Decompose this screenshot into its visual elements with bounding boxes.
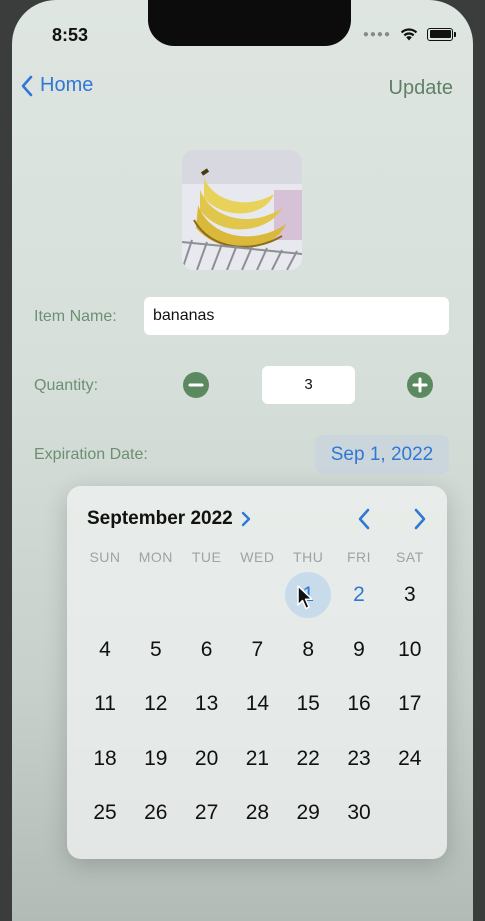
decrement-button[interactable] <box>183 372 209 398</box>
quantity-label: Quantity: <box>34 377 99 394</box>
calendar-day-21[interactable]: 21 <box>234 736 280 782</box>
weekday-wed: WED <box>240 549 275 565</box>
calendar-day-8[interactable]: 8 <box>285 627 331 673</box>
plus-icon <box>412 377 428 393</box>
calendar-day-2[interactable]: 2 <box>336 572 382 618</box>
calendar-day-17[interactable]: 17 <box>387 681 433 727</box>
weekday-thu: THU <box>293 549 324 565</box>
minus-icon <box>188 383 204 387</box>
calendar-day-23[interactable]: 23 <box>336 736 382 782</box>
calendar-day-12[interactable]: 12 <box>133 681 179 727</box>
calendar-day-28[interactable]: 28 <box>234 790 280 836</box>
weekday-sun: SUN <box>89 549 121 565</box>
chevron-right-icon <box>241 511 250 527</box>
item-name-label: Item Name: <box>34 308 117 325</box>
item-name-input[interactable]: bananas <box>144 297 449 335</box>
calendar-day-18[interactable]: 18 <box>82 736 128 782</box>
item-photo[interactable] <box>182 150 302 270</box>
back-button[interactable]: Home <box>20 74 93 97</box>
update-button[interactable]: Update <box>389 77 454 100</box>
app-screen: 8:53 ●●●● Home Update Item Name: bananas… <box>12 0 473 921</box>
battery-icon <box>427 27 456 41</box>
weekday-fri: FRI <box>346 549 372 565</box>
calendar-day-24[interactable]: 24 <box>387 736 433 782</box>
calendar-day-9[interactable]: 9 <box>336 627 382 673</box>
expiration-date-button[interactable]: Sep 1, 2022 <box>315 435 449 474</box>
signal-icon: ●●●● <box>362 28 391 40</box>
weekday-sat: SAT <box>395 549 424 565</box>
next-month-button[interactable] <box>406 506 432 532</box>
calendar-day-19[interactable]: 19 <box>133 736 179 782</box>
calendar-day-14[interactable]: 14 <box>234 681 280 727</box>
calendar-day-30[interactable]: 30 <box>336 790 382 836</box>
status-time: 8:53 <box>52 25 89 45</box>
calendar-day-13[interactable]: 13 <box>184 681 230 727</box>
month-year-selector[interactable]: September 2022 <box>87 508 251 530</box>
wifi-icon <box>400 28 418 41</box>
calendar-day-5[interactable]: 5 <box>133 627 179 673</box>
weekday-tue: TUE <box>191 549 222 565</box>
chevron-left-icon <box>358 508 370 530</box>
calendar-day-7[interactable]: 7 <box>234 627 280 673</box>
calendar-day-15[interactable]: 15 <box>285 681 331 727</box>
date-picker-popover: September 2022 SUN MON TUE WED THU FRI SAT 12 3… <box>67 486 447 859</box>
weekday-mon: MON <box>138 549 173 565</box>
previous-month-button[interactable] <box>352 506 378 532</box>
calendar-day-27[interactable]: 27 <box>184 790 230 836</box>
quantity-field[interactable]: 3 <box>262 366 355 404</box>
bananas-image <box>182 150 302 270</box>
calendar-day-16[interactable]: 16 <box>336 681 382 727</box>
calendar-day-29[interactable]: 29 <box>285 790 331 836</box>
device-notch <box>148 0 351 46</box>
calendar-day-11[interactable]: 11 <box>82 681 128 727</box>
calendar-day-6[interactable]: 6 <box>184 627 230 673</box>
expiration-date-label: Expiration Date: <box>34 446 148 463</box>
increment-button[interactable] <box>407 372 433 398</box>
chevron-right-icon <box>414 508 426 530</box>
calendar-day-10[interactable]: 10 <box>387 627 433 673</box>
calendar-day-20[interactable]: 20 <box>184 736 230 782</box>
calendar-day-3[interactable]: 3 <box>387 572 433 618</box>
calendar-day-4[interactable]: 4 <box>82 627 128 673</box>
month-year-label: September 2022 <box>87 508 233 529</box>
status-icons: ●●●● <box>362 27 456 41</box>
mouse-cursor-icon <box>297 585 313 610</box>
back-button-label: Home <box>40 74 94 96</box>
chevron-left-icon <box>21 75 33 96</box>
calendar-day-26[interactable]: 26 <box>133 790 179 836</box>
calendar-day-22[interactable]: 22 <box>285 736 331 782</box>
calendar-day-25[interactable]: 25 <box>82 790 128 836</box>
